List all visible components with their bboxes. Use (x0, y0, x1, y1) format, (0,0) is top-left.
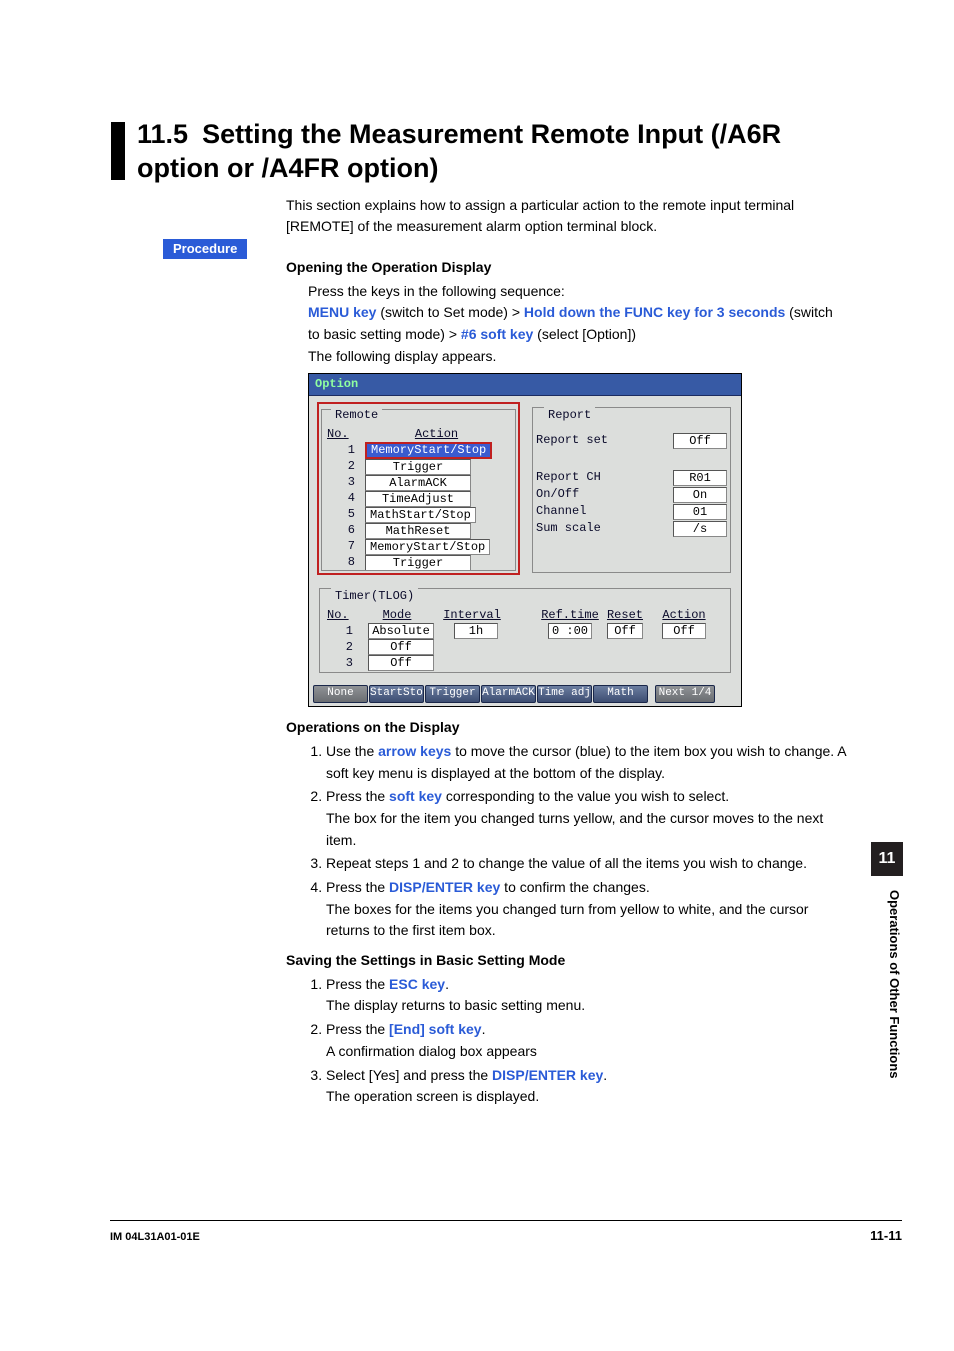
report-sumscale-value[interactable]: /s (673, 521, 727, 537)
tlog-1-reset[interactable]: Off (607, 623, 643, 639)
ops-step-2: Press the soft key corresponding to the … (326, 786, 846, 851)
six-soft-key-text: #6 soft key (461, 326, 533, 342)
following-display-text: The following display appears. (308, 346, 846, 368)
remote-row-3-action[interactable]: AlarmACK (365, 475, 471, 491)
softkey-bar: None StartStop Trigger AlarmACK Time adj… (309, 683, 741, 706)
intro-text: This section explains how to assign a pa… (286, 195, 841, 237)
tlog-1-interval[interactable]: 1h (454, 623, 498, 639)
disp-enter-key-text-2: DISP/ENTER key (492, 1067, 603, 1083)
device-title: Option (309, 374, 741, 396)
remote-row-2-action[interactable]: Trigger (365, 459, 471, 475)
device-screenshot: Option Remote No. Action (308, 373, 742, 707)
func-key-text: Hold down the FUNC key for 3 seconds (524, 304, 785, 320)
softkey-startstop[interactable]: StartStop (369, 685, 424, 703)
remote-row-6-action[interactable]: MathReset (365, 523, 471, 539)
tlog-1-ref[interactable]: 0 :00 (548, 623, 592, 639)
section-heading: 11.5 Setting the Measurement Remote Input… (111, 118, 781, 186)
heading-bar (111, 122, 125, 180)
softkey-none[interactable]: None (313, 685, 368, 703)
tlog-2-mode[interactable]: Off (368, 639, 434, 655)
softkey-math[interactable]: Math (593, 685, 648, 703)
chapter-side-label: Operations of Other Functions (872, 890, 902, 1120)
tlog-1-action[interactable]: Off (662, 623, 706, 639)
tlog-3-mode[interactable]: Off (368, 655, 434, 671)
remote-col-action: Action (359, 425, 514, 444)
report-onoff-value[interactable]: On (673, 487, 727, 503)
opening-heading: Opening the Operation Display (286, 257, 846, 279)
arrow-keys-text: arrow keys (378, 743, 451, 759)
ops-step-1: Use the arrow keys to move the cursor (b… (326, 741, 846, 784)
ops-step-3: Repeat steps 1 and 2 to change the value… (326, 853, 846, 875)
heading-title-line2: option or /A4FR option) (137, 153, 438, 183)
softkey-alarmack[interactable]: AlarmACK (481, 685, 536, 703)
remote-row-5-action[interactable]: MathStart/Stop (365, 507, 476, 523)
ops-step-4: Press the DISP/ENTER key to confirm the … (326, 877, 846, 942)
esc-key-text: ESC key (389, 976, 445, 992)
report-group: Report Report setOff Report CHR01 On/Off… (530, 402, 733, 575)
key-sequence: MENU key (switch to Set mode) > Hold dow… (308, 302, 846, 345)
report-ch-value[interactable]: R01 (673, 470, 727, 486)
chapter-tab: 11 (871, 842, 903, 876)
save-step-3: Select [Yes] and press the DISP/ENTER ke… (326, 1065, 846, 1108)
heading-title-line1: Setting the Measurement Remote Input (/A… (202, 119, 781, 149)
end-soft-key-text: [End] soft key (389, 1021, 482, 1037)
footer-page-number: 11-11 (870, 1228, 902, 1243)
softkey-trigger[interactable]: Trigger (425, 685, 480, 703)
save-step-1: Press the ESC key. The display returns t… (326, 974, 846, 1017)
remote-row-4-action[interactable]: TimeAdjust (365, 491, 471, 507)
heading-number: 11.5 (137, 118, 188, 152)
menu-key-text: MENU key (308, 304, 376, 320)
footer-doc-id: IM 04L31A01-01E (110, 1231, 200, 1243)
remote-group: Remote No. Action 1MemoryStart/Stop 2Tri… (317, 402, 520, 575)
saving-heading: Saving the Settings in Basic Setting Mod… (286, 950, 846, 972)
remote-row-8-action[interactable]: Trigger (365, 555, 471, 571)
remote-row-7-action[interactable]: MemoryStart/Stop (365, 539, 490, 555)
soft-key-text: soft key (389, 788, 442, 804)
report-set-value[interactable]: Off (673, 433, 727, 449)
save-step-2: Press the [End] soft key. A confirmation… (326, 1019, 846, 1062)
tlog-group-title: Timer(TLOG) (331, 587, 418, 606)
press-sequence-text: Press the keys in the following sequence… (308, 281, 846, 303)
report-channel-value[interactable]: 01 (673, 504, 727, 520)
report-group-title: Report (544, 406, 595, 425)
disp-enter-key-text: DISP/ENTER key (389, 879, 500, 895)
remote-row-1-action[interactable]: MemoryStart/Stop (365, 442, 492, 459)
tlog-group: Timer(TLOG) No. Mode Interval 1 (317, 583, 733, 676)
procedure-label: Procedure (163, 239, 247, 259)
footer-rule (110, 1220, 902, 1221)
remote-group-title: Remote (331, 406, 382, 425)
softkey-next[interactable]: Next 1/4 (655, 685, 715, 703)
operations-heading: Operations on the Display (286, 717, 846, 739)
tlog-1-mode[interactable]: Absolute (368, 623, 434, 639)
softkey-timeadj[interactable]: Time adj (537, 685, 592, 703)
